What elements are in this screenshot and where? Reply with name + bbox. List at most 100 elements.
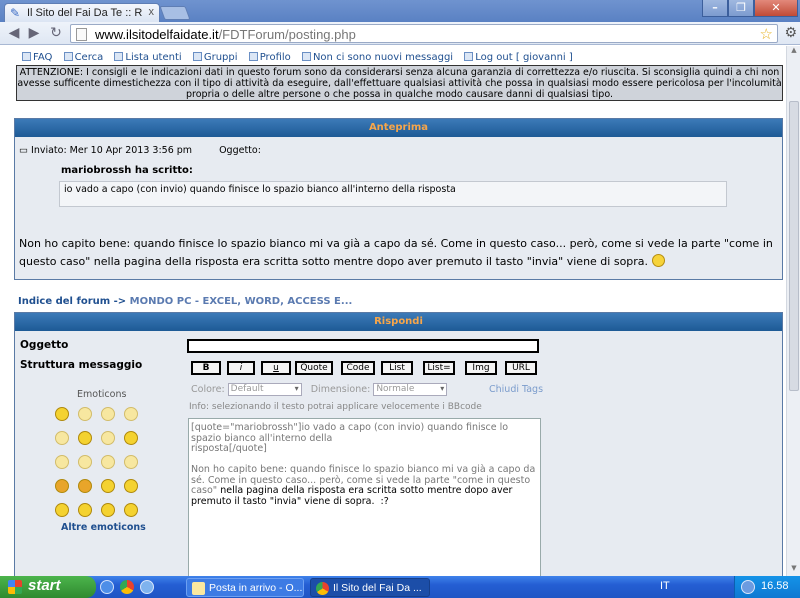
nav-logout[interactable]: Log out [ giovanni ] <box>464 52 573 63</box>
close-tags-link[interactable]: Chiudi Tags <box>489 384 543 395</box>
groups-icon <box>192 52 202 61</box>
reply-body: Oggetto Struttura messaggio B i u Quote … <box>15 331 782 576</box>
emoticon-icon[interactable] <box>78 479 92 493</box>
emoticon-icon[interactable] <box>124 431 138 445</box>
breadcrumb-category[interactable]: MONDO PC - EXCEL, WORD, ACCESS E... <box>130 296 353 307</box>
chrome-icon[interactable] <box>120 580 134 594</box>
forum-top-nav: FAQ Cerca Lista utenti Gruppi Profilo No… <box>22 52 581 63</box>
emoticon-icon[interactable] <box>101 455 115 469</box>
nav-faq[interactable]: FAQ <box>22 52 52 63</box>
confused-smiley-icon <box>651 254 665 267</box>
page-content: FAQ Cerca Lista utenti Gruppi Profilo No… <box>0 46 786 576</box>
language-indicator[interactable]: IT <box>660 580 670 592</box>
emoticon-icon[interactable] <box>124 503 138 517</box>
message-textarea[interactable]: [quote="mariobrossh"]io vado a capo (con… <box>188 418 541 576</box>
color-select[interactable]: Default <box>227 383 302 396</box>
nav-users[interactable]: Lista utenti <box>114 52 182 63</box>
emoticon-icon[interactable] <box>101 431 115 445</box>
users-icon <box>114 52 124 61</box>
nav-messages[interactable]: Non ci sono nuovi messaggi <box>301 52 453 63</box>
emoticon-icon[interactable] <box>101 407 115 421</box>
emoticons-title: Emoticons <box>77 389 127 400</box>
size-select[interactable]: Normale <box>373 383 448 396</box>
subject-label: Oggetto <box>20 339 69 351</box>
system-tray: 16.58 <box>734 576 800 598</box>
emoticon-icon[interactable] <box>101 479 115 493</box>
desktop-icon[interactable] <box>140 580 154 594</box>
nav-profile[interactable]: Profilo <box>248 52 291 63</box>
tab-close-icon[interactable]: x <box>149 6 155 18</box>
emoticon-icon[interactable] <box>78 431 92 445</box>
maximize-button[interactable]: ❐ <box>728 0 754 17</box>
browser-toolbar: ◀ ▶ ↻ www.ilsitodelfaidate.it/FDTForum/p… <box>0 22 800 45</box>
task-mail[interactable]: Posta in arrivo - O... <box>186 578 304 597</box>
emoticon-icon[interactable] <box>124 455 138 469</box>
size-label: Dimensione: <box>310 384 371 395</box>
quote-author: mariobrossh ha scritto: <box>61 165 193 176</box>
warning-notice: ATTENZIONE: I consigli e le indicazioni … <box>16 65 783 101</box>
quote-button[interactable]: Quote <box>295 361 333 375</box>
tab-title: Il Sito del Fai Da Te :: R <box>27 7 143 19</box>
emoticon-icon[interactable] <box>78 455 92 469</box>
mail-icon <box>192 582 205 595</box>
scroll-up-icon[interactable]: ▲ <box>787 46 800 58</box>
address-bar[interactable]: www.ilsitodelfaidate.it/FDTForum/posting… <box>70 24 778 43</box>
emoticon-icon[interactable] <box>55 407 69 421</box>
list-button[interactable]: List <box>381 361 413 375</box>
chrome-icon <box>316 582 329 595</box>
bookmark-star-icon[interactable]: ☆ <box>760 25 773 43</box>
network-icon[interactable] <box>741 580 755 594</box>
emoticon-icon[interactable] <box>55 455 69 469</box>
structure-label: Struttura messaggio <box>20 359 143 371</box>
page-scrollbar[interactable]: ▲ ▼ <box>786 46 800 576</box>
reply-panel: Rispondi Oggetto Struttura messaggio B i… <box>14 312 783 576</box>
messages-icon <box>301 52 311 61</box>
emoticon-icon[interactable] <box>55 479 69 493</box>
back-arrow-icon[interactable]: ◀ <box>4 24 24 43</box>
emoticon-icon[interactable] <box>55 431 69 445</box>
subject-input[interactable] <box>187 339 539 353</box>
code-button[interactable]: Code <box>341 361 375 375</box>
post-icon: ▭ <box>19 145 28 156</box>
post-date: Inviato: Mer 10 Apr 2013 3:56 pm <box>31 145 193 156</box>
img-button[interactable]: Img <box>465 361 497 375</box>
nav-search[interactable]: Cerca <box>63 52 103 63</box>
minimize-button[interactable]: – <box>702 0 728 17</box>
reload-icon[interactable]: ↻ <box>46 24 66 43</box>
format-options: Colore: Default Dimensione: Normale <box>191 383 448 396</box>
wrench-menu-icon[interactable]: ⚙ <box>784 25 797 41</box>
start-button[interactable]: start <box>0 576 96 598</box>
search-icon <box>63 52 73 61</box>
task-browser[interactable]: Il Sito del Fai Da ... <box>310 578 430 597</box>
underline-button[interactable]: u <box>261 361 291 375</box>
emoticon-icon[interactable] <box>55 503 69 517</box>
emoticon-icon[interactable] <box>78 503 92 517</box>
ie-icon[interactable] <box>100 580 114 594</box>
quick-launch <box>100 580 154 594</box>
profile-icon <box>248 52 258 61</box>
url-button[interactable]: URL <box>505 361 537 375</box>
breadcrumb: Indice del forum -> MONDO PC - EXCEL, WO… <box>18 296 352 307</box>
breadcrumb-index[interactable]: Indice del forum <box>18 296 110 307</box>
new-tab-button[interactable] <box>159 6 191 20</box>
close-window-button[interactable]: ✕ <box>754 0 798 17</box>
more-emoticons-link[interactable]: Altre emoticons <box>61 522 146 533</box>
emoticon-icon[interactable] <box>78 407 92 421</box>
scrollbar-thumb[interactable] <box>789 101 799 391</box>
emoticons-grid <box>55 407 145 517</box>
emoticon-icon[interactable] <box>124 407 138 421</box>
post-info: ▭ Inviato: Mer 10 Apr 2013 3:56 pm Ogget… <box>19 145 261 156</box>
url-path: /FDTForum/posting.php <box>218 27 356 42</box>
scroll-down-icon[interactable]: ▼ <box>787 564 800 576</box>
emoticon-icon[interactable] <box>101 503 115 517</box>
emoticon-icon[interactable] <box>124 479 138 493</box>
italic-button[interactable]: i <box>227 361 255 375</box>
nav-groups[interactable]: Gruppi <box>192 52 238 63</box>
wrench-favicon-icon: ✎ <box>10 6 21 20</box>
clock[interactable]: 16.58 <box>761 580 789 592</box>
browser-tab[interactable]: ✎ Il Sito del Fai Da Te :: R x <box>4 3 160 22</box>
bold-button[interactable]: B <box>191 361 221 375</box>
list-numbered-button[interactable]: List= <box>423 361 455 375</box>
logout-icon <box>464 52 474 61</box>
forward-arrow-icon[interactable]: ▶ <box>24 24 44 43</box>
